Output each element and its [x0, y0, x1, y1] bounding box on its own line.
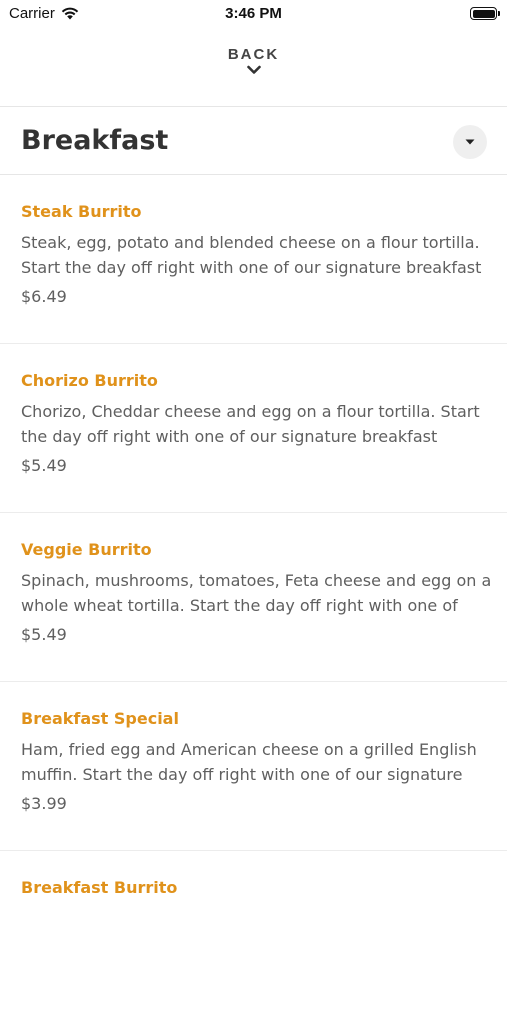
- item-description-line: Chorizo, Cheddar cheese and egg on a flo…: [21, 402, 480, 421]
- item-description: Steak, egg, potato and blended cheese on…: [21, 230, 483, 280]
- menu-item[interactable]: Breakfast Special Ham, fried egg and Ame…: [0, 682, 507, 851]
- item-description-line: muffin. Start the day off right with one…: [21, 765, 463, 784]
- item-name: Breakfast Special: [21, 709, 179, 728]
- item-description: Chorizo, Cheddar cheese and egg on a flo…: [21, 399, 483, 449]
- item-name: Chorizo Burrito: [21, 371, 158, 390]
- status-time: 3:46 PM: [225, 5, 282, 22]
- caret-down-icon: [465, 139, 475, 145]
- header-divider: [0, 106, 507, 107]
- back-label: BACK: [227, 46, 280, 63]
- item-price: $5.49: [21, 456, 67, 475]
- menu-item[interactable]: Steak Burrito Steak, egg, potato and ble…: [0, 175, 507, 344]
- category-dropdown-button[interactable]: [453, 125, 487, 159]
- item-description-line: Ham, fried egg and American cheese on a …: [21, 740, 477, 759]
- item-price: $3.99: [21, 794, 67, 813]
- item-description: Ham, fried egg and American cheese on a …: [21, 737, 483, 787]
- back-button[interactable]: BACK: [0, 46, 507, 92]
- battery-icon: [470, 7, 500, 20]
- menu-item[interactable]: Chorizo Burrito Chorizo, Cheddar cheese …: [0, 344, 507, 513]
- item-name: Breakfast Burrito: [21, 878, 178, 897]
- item-description-line: Start the day off right with one of our …: [21, 258, 482, 277]
- item-description-line: Steak, egg, potato and blended cheese on…: [21, 233, 480, 252]
- item-name: Steak Burrito: [21, 202, 142, 221]
- item-description-line: the day off right with one of our signat…: [21, 427, 438, 446]
- item-description: Spinach, mushrooms, tomatoes, Feta chees…: [21, 568, 492, 618]
- category-title: Breakfast: [21, 125, 169, 156]
- item-name: Veggie Burrito: [21, 540, 152, 559]
- item-price: $5.49: [21, 625, 67, 644]
- status-bar: Carrier 3:46 PM: [0, 0, 507, 28]
- chevron-down-icon: [246, 65, 261, 74]
- item-price: $6.49: [21, 287, 67, 306]
- item-description-line: Spinach, mushrooms, tomatoes, Feta chees…: [21, 571, 492, 590]
- category-header: Breakfast: [0, 108, 507, 174]
- menu-item-list: Steak Burrito Steak, egg, potato and ble…: [0, 175, 507, 1020]
- menu-item[interactable]: Veggie Burrito Spinach, mushrooms, tomat…: [0, 513, 507, 682]
- menu-item[interactable]: Breakfast Burrito: [0, 851, 507, 1020]
- item-description-line: whole wheat tortilla. Start the day off …: [21, 596, 458, 615]
